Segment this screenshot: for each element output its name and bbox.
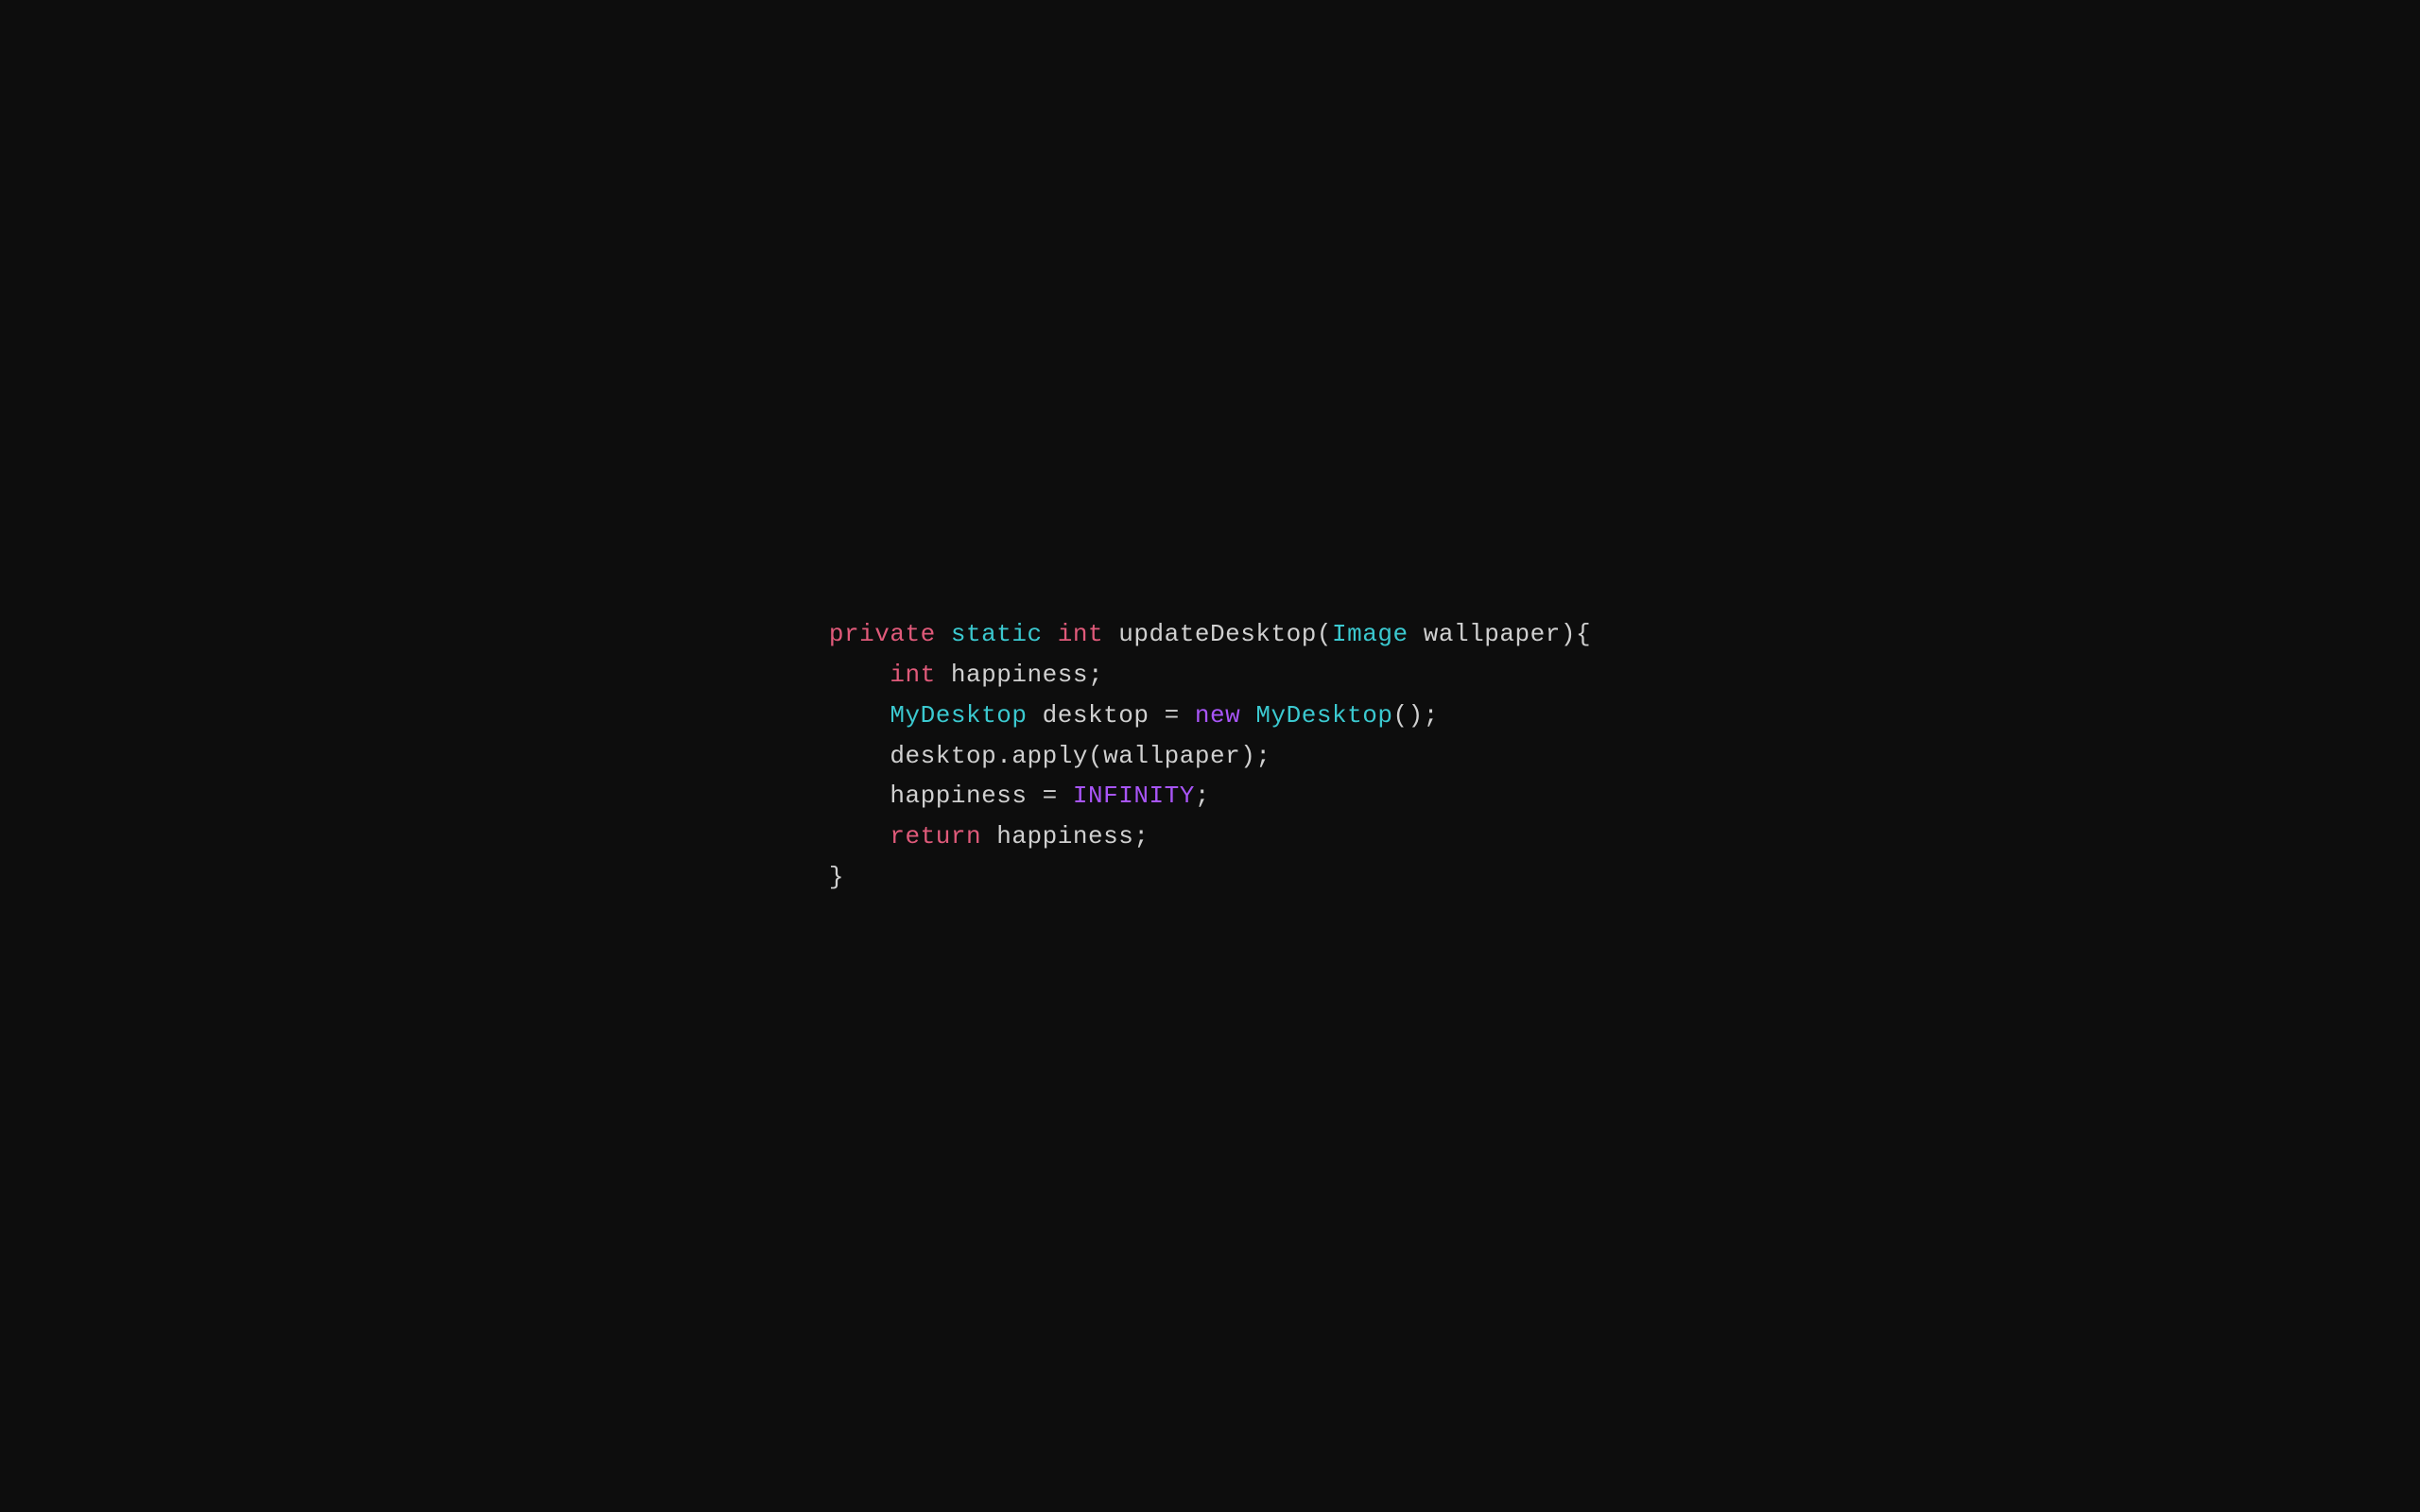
code-token: ();	[1392, 701, 1438, 730]
code-token: updateDesktop(	[1103, 620, 1332, 648]
code-token: new	[1195, 701, 1240, 730]
code-token: static	[951, 620, 1043, 648]
code-token: INFINITY	[1073, 782, 1195, 810]
code-token: return	[890, 822, 981, 850]
code-line-line6: return happiness;	[829, 816, 1591, 857]
code-line-line3: MyDesktop desktop = new MyDesktop();	[829, 696, 1591, 736]
code-token: happiness;	[981, 822, 1149, 850]
code-line-line2: int happiness;	[829, 655, 1591, 696]
code-token: int	[890, 661, 935, 689]
code-token: desktop =	[1028, 701, 1195, 730]
code-line-line1: private static int updateDesktop(Image w…	[829, 614, 1591, 655]
code-token: happiness;	[936, 661, 1103, 689]
code-block: private static int updateDesktop(Image w…	[829, 614, 1591, 898]
code-token: happiness =	[829, 782, 1073, 810]
code-token: int	[1058, 620, 1103, 648]
code-token: Image	[1332, 620, 1409, 648]
code-token	[1043, 620, 1058, 648]
code-token: }	[829, 863, 844, 891]
code-token: MyDesktop	[890, 701, 1027, 730]
code-token: wallpaper){	[1409, 620, 1591, 648]
code-token: private	[829, 620, 936, 648]
code-token	[829, 701, 890, 730]
code-token: MyDesktop	[1255, 701, 1392, 730]
code-token	[829, 661, 890, 689]
code-token	[829, 822, 890, 850]
code-line-line7: }	[829, 857, 1591, 898]
code-line-line4: desktop.apply(wallpaper);	[829, 736, 1591, 777]
code-token: desktop.apply(wallpaper);	[829, 742, 1271, 770]
code-token	[1240, 701, 1255, 730]
code-token	[936, 620, 951, 648]
code-line-line5: happiness = INFINITY;	[829, 776, 1591, 816]
code-token: ;	[1195, 782, 1210, 810]
